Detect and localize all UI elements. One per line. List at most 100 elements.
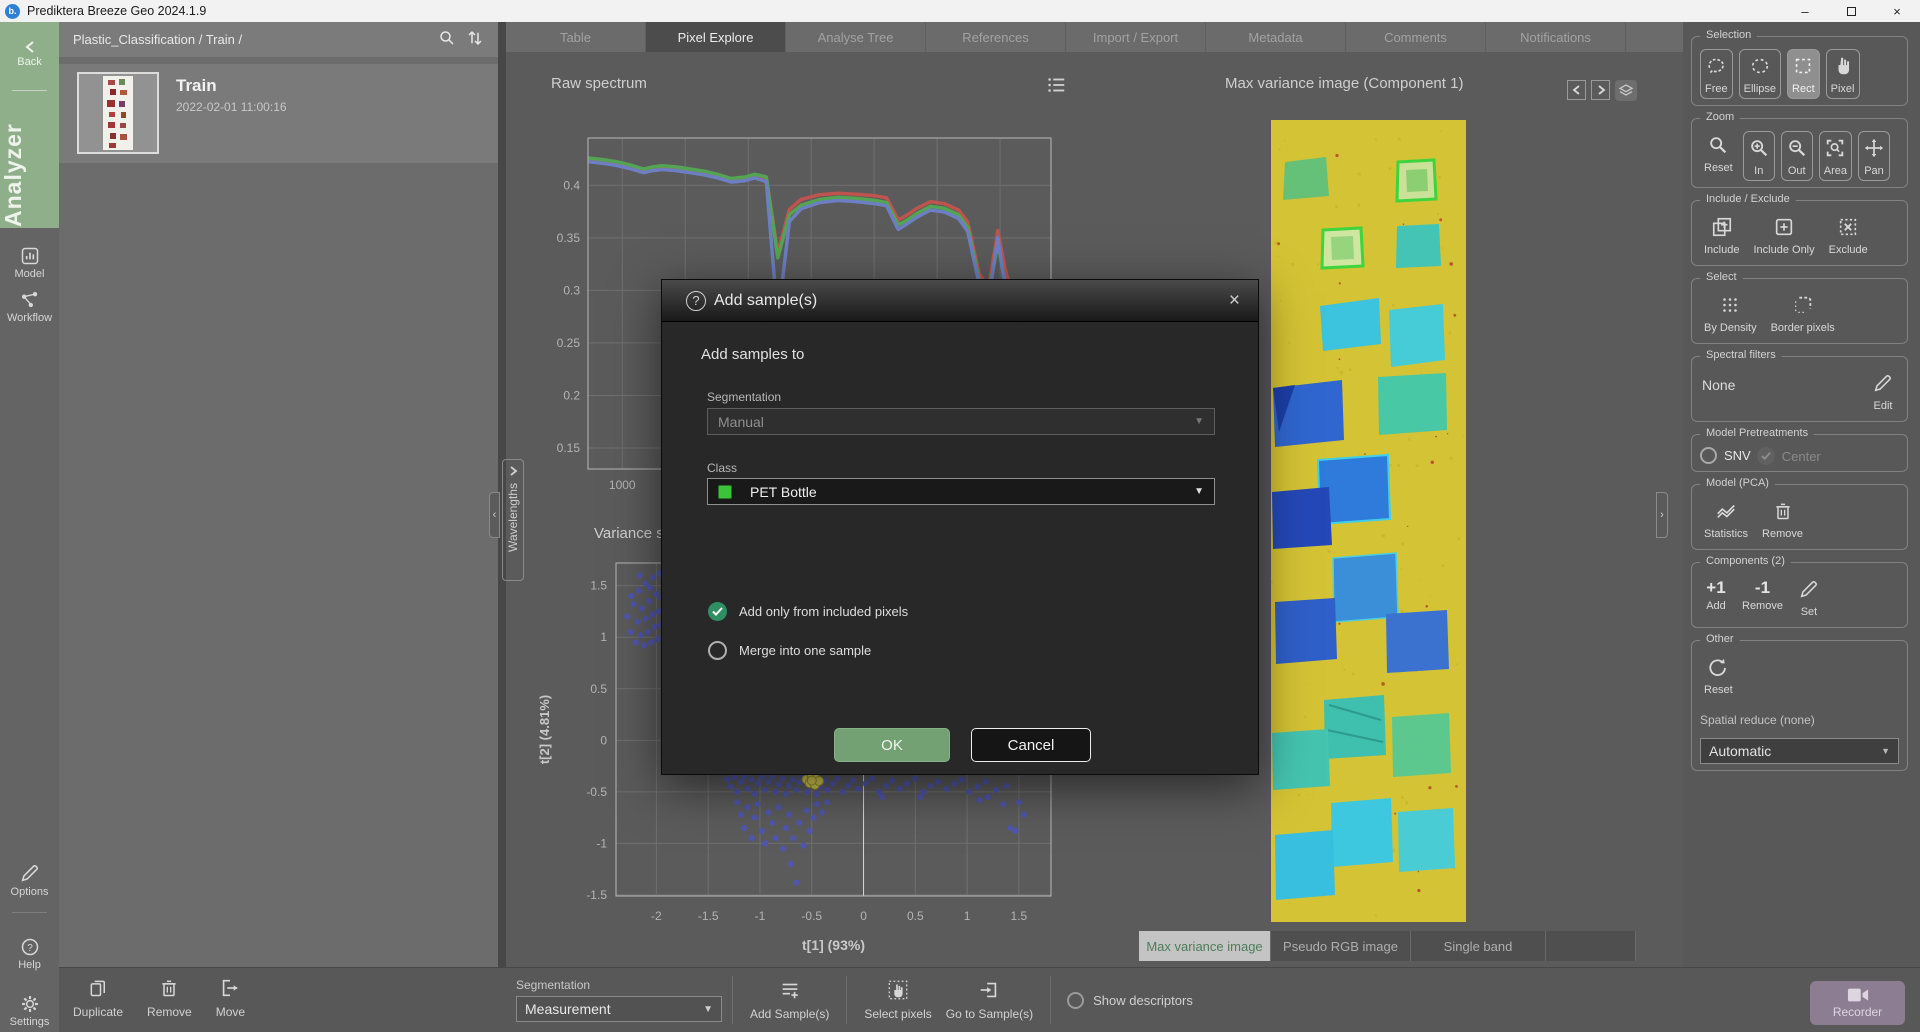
next-component-button[interactable] (1591, 80, 1610, 100)
sidebar-item-workflow[interactable]: Workflow (0, 290, 59, 324)
group-title: Zoom (1700, 111, 1740, 123)
set-button[interactable]: Set (1793, 575, 1825, 621)
help-circle-icon: ? (0, 937, 59, 957)
in-button[interactable]: In (1743, 131, 1775, 181)
svg-text:t[2] (4.81%): t[2] (4.81%) (537, 695, 552, 764)
tab-analyse-tree[interactable]: Analyse Tree (786, 22, 926, 52)
spectral-filter-value: None (1700, 369, 1861, 401)
out-button[interactable]: Out (1781, 131, 1813, 181)
tool-label: Reset (1704, 684, 1733, 696)
ok-button[interactable]: OK (834, 728, 950, 762)
zoom-reset-icon (1707, 134, 1729, 162)
merge-sample-radio[interactable]: Merge into one sample (708, 641, 871, 660)
sort-icon[interactable] (466, 29, 484, 50)
radio-label: SNV (1724, 448, 1751, 463)
remove-button[interactable]: Remove (147, 977, 192, 1019)
spatial-reduce-dropdown[interactable]: Automatic▼ (1700, 738, 1899, 764)
tab-notifications[interactable]: Notifications (1486, 22, 1626, 52)
remove-button[interactable]: -1Remove (1738, 575, 1787, 615)
back-button[interactable]: Back (0, 40, 59, 68)
prev-component-button[interactable] (1567, 80, 1586, 100)
included-pixels-checkbox[interactable]: Add only from included pixels (708, 602, 908, 621)
center-checkbox[interactable]: Center (1757, 447, 1821, 465)
rect-button[interactable]: Rect (1787, 49, 1820, 99)
move-icon (219, 977, 241, 1002)
select-pixels-button[interactable]: Select pixels (864, 979, 931, 1021)
sidebar-item-help[interactable]: ?Help (0, 937, 59, 971)
camera-icon (1847, 987, 1869, 1003)
sample-list-item-train[interactable]: Train 2022-02-01 11:00:16 (59, 64, 498, 163)
max-variance-image[interactable] (1271, 120, 1466, 922)
reset-button[interactable]: Reset (1700, 653, 1737, 699)
close-button[interactable]: × (1874, 0, 1920, 22)
sidebar: Back Analyzer Model Workflow Options ?Help… (0, 22, 59, 1032)
by-density-button[interactable]: By Density (1700, 291, 1761, 337)
dialog-titlebar[interactable]: ? Add sample(s) × (662, 280, 1258, 322)
class-select[interactable]: PET Bottle ▼ (707, 478, 1215, 505)
trash-icon (159, 977, 179, 1002)
zoom-out-icon (1786, 137, 1808, 165)
show-descriptors-toggle[interactable]: Show descriptors (1067, 992, 1193, 1009)
group-title: Include / Exclude (1700, 193, 1796, 205)
svg-text:-2: -2 (651, 909, 662, 923)
layers-icon[interactable] (1615, 80, 1637, 101)
include-only-button[interactable]: Include Only (1749, 213, 1818, 259)
border-pixels-button[interactable]: Border pixels (1767, 291, 1839, 337)
image-tab-single-band[interactable]: Single band (1411, 931, 1546, 961)
gear-icon (0, 994, 59, 1014)
sidebar-item-settings[interactable]: Settings (0, 994, 59, 1028)
pixel-button[interactable]: Pixel (1826, 49, 1860, 99)
tool-label: Exclude (1829, 244, 1868, 256)
sample-actions: Duplicate Remove Move (73, 977, 245, 1019)
segmentation-field-label: Segmentation (707, 390, 781, 404)
exclude-button[interactable]: Exclude (1825, 213, 1872, 259)
search-icon[interactable] (438, 29, 456, 50)
snv-radio[interactable]: SNV (1700, 447, 1751, 464)
reset-button[interactable]: Reset (1700, 131, 1737, 177)
help-circle-icon[interactable]: ? (686, 291, 706, 311)
move-button[interactable]: Move (216, 977, 245, 1019)
edit-button[interactable]: Edit (1867, 369, 1899, 415)
remove-button[interactable]: Remove (1758, 497, 1807, 543)
image-tab-pseudo-rgb-image[interactable]: Pseudo RGB image (1271, 931, 1411, 961)
free-button[interactable]: Free (1700, 49, 1733, 99)
go-to-sample-s--button[interactable]: Go to Sample(s) (946, 979, 1033, 1021)
statistics-button[interactable]: Statistics (1700, 497, 1752, 543)
collapse-right-panel-handle[interactable]: › (1656, 492, 1668, 538)
radio-icon (1067, 992, 1084, 1009)
ellipse-button[interactable]: Ellipse (1739, 49, 1781, 99)
border-pixels-icon (1792, 294, 1814, 322)
spectrum-menu-icon[interactable] (1045, 74, 1067, 101)
sidebar-item-options[interactable]: Options (0, 862, 59, 898)
tab-references[interactable]: References (926, 22, 1066, 52)
wavelengths-tab[interactable]: Wavelengths (502, 459, 524, 581)
tool-label: Pan (1864, 165, 1884, 177)
breadcrumb[interactable]: Plastic_Classification / Train / (73, 32, 242, 47)
duplicate-button[interactable]: Duplicate (73, 977, 123, 1019)
tab-pixel-explore[interactable]: Pixel Explore (646, 22, 786, 52)
segmentation-dropdown[interactable]: Measurement ▼ (516, 996, 722, 1022)
pan-button[interactable]: Pan (1858, 131, 1890, 181)
collapse-left-panel-handle[interactable]: ‹ (489, 492, 500, 538)
area-button[interactable]: Area (1819, 131, 1852, 181)
sidebar-item-model[interactable]: Model (0, 246, 59, 280)
cancel-button[interactable]: Cancel (971, 728, 1091, 762)
recorder-button[interactable]: Recorder (1810, 981, 1905, 1025)
minimize-button[interactable]: – (1782, 0, 1828, 22)
maximize-button[interactable] (1828, 0, 1874, 22)
add-button[interactable]: +1Add (1700, 575, 1732, 615)
tab-import-export[interactable]: Import / Export (1066, 22, 1206, 52)
class-select-value: PET Bottle (750, 484, 817, 500)
include-button[interactable]: Include (1700, 213, 1743, 259)
tab-table[interactable]: Table (506, 22, 646, 52)
sidebar-analyzer-section[interactable]: Back Analyzer (0, 22, 59, 228)
tab-metadata[interactable]: Metadata (1206, 22, 1346, 52)
dialog-close-button[interactable]: × (1229, 290, 1240, 312)
tab-comments[interactable]: Comments (1346, 22, 1486, 52)
sample-timestamp: 2022-02-01 11:00:16 (176, 100, 287, 114)
image-tab-max-variance-image[interactable]: Max variance image (1139, 931, 1271, 961)
dropdown-arrow-icon: ▼ (1194, 486, 1204, 497)
add-sample-s--button[interactable]: Add Sample(s) (750, 979, 829, 1021)
segmentation-select[interactable]: Manual ▼ (707, 408, 1215, 435)
group-other: OtherResetSpatial reduce (none)Automatic… (1691, 640, 1908, 771)
